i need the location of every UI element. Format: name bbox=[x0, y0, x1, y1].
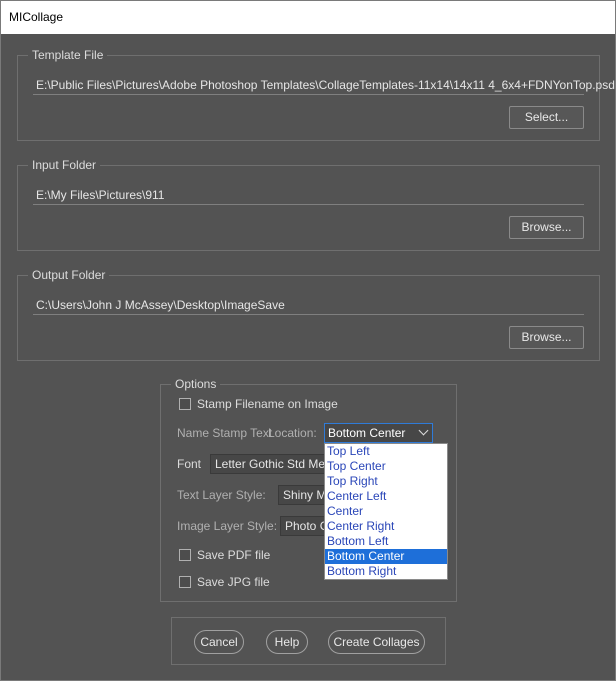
save-jpg-label: Save JPG file bbox=[197, 575, 270, 589]
cancel-button[interactable]: Cancel bbox=[194, 630, 244, 654]
save-pdf-label: Save PDF file bbox=[197, 548, 271, 562]
location-option-center[interactable]: Center bbox=[325, 504, 447, 519]
image-layer-style-label: Image Layer Style: bbox=[177, 519, 278, 533]
browse-input-button[interactable]: Browse... bbox=[509, 216, 584, 239]
help-button[interactable]: Help bbox=[266, 630, 308, 654]
font-select-value: Letter Gothic Std Medium bbox=[215, 457, 326, 471]
select-template-button[interactable]: Select... bbox=[509, 106, 584, 129]
micollage-window: MICollage Template File E:\Public Files\… bbox=[0, 0, 616, 681]
input-folder-underline bbox=[33, 204, 584, 205]
create-collages-button[interactable]: Create Collages bbox=[328, 630, 425, 654]
browse-output-button[interactable]: Browse... bbox=[509, 326, 584, 349]
save-pdf-checkbox[interactable] bbox=[179, 549, 191, 561]
location-option-center-left[interactable]: Center Left bbox=[325, 489, 447, 504]
window-title: MICollage bbox=[9, 10, 64, 24]
text-layer-style-value: Shiny Me bbox=[283, 488, 326, 502]
chevron-down-icon bbox=[418, 425, 429, 436]
input-folder-path[interactable]: E:\My Files\Pictures\911 bbox=[36, 188, 164, 202]
stamp-filename-label: Stamp Filename on Image bbox=[197, 397, 338, 411]
output-folder-legend: Output Folder bbox=[28, 268, 110, 282]
text-layer-style-label: Text Layer Style: bbox=[177, 488, 266, 502]
name-stamp-label: Name Stamp Text bbox=[177, 426, 273, 440]
title-bar: MICollage bbox=[1, 1, 615, 34]
template-file-underline bbox=[33, 94, 584, 95]
location-dropdown-list: Top Left Top Center Top Right Center Lef… bbox=[324, 443, 448, 580]
output-folder-path[interactable]: C:\Users\John J McAssey\Desktop\ImageSav… bbox=[36, 298, 285, 312]
location-select-value: Bottom Center bbox=[328, 426, 406, 440]
location-option-top-left[interactable]: Top Left bbox=[325, 444, 447, 459]
stamp-filename-checkbox[interactable] bbox=[179, 398, 191, 410]
location-option-bottom-right[interactable]: Bottom Right bbox=[325, 564, 447, 579]
template-file-legend: Template File bbox=[28, 48, 108, 62]
input-folder-legend: Input Folder bbox=[28, 158, 101, 172]
location-option-center-right[interactable]: Center Right bbox=[325, 519, 447, 534]
location-option-bottom-left[interactable]: Bottom Left bbox=[325, 534, 447, 549]
text-layer-style-select[interactable]: Shiny Me bbox=[278, 485, 326, 505]
image-layer-style-select[interactable]: Photo C bbox=[280, 516, 326, 536]
output-folder-underline bbox=[33, 314, 584, 315]
font-select[interactable]: Letter Gothic Std Medium bbox=[210, 454, 326, 474]
image-layer-style-value: Photo C bbox=[285, 519, 326, 533]
location-option-top-center[interactable]: Top Center bbox=[325, 459, 447, 474]
location-select[interactable]: Bottom Center bbox=[324, 423, 433, 443]
location-option-top-right[interactable]: Top Right bbox=[325, 474, 447, 489]
location-option-bottom-center[interactable]: Bottom Center bbox=[325, 549, 447, 564]
options-legend: Options bbox=[171, 377, 221, 391]
save-jpg-checkbox[interactable] bbox=[179, 576, 191, 588]
template-file-path[interactable]: E:\Public Files\Pictures\Adobe Photoshop… bbox=[36, 78, 615, 92]
font-label: Font bbox=[177, 457, 202, 471]
location-label: Location: bbox=[268, 426, 317, 440]
